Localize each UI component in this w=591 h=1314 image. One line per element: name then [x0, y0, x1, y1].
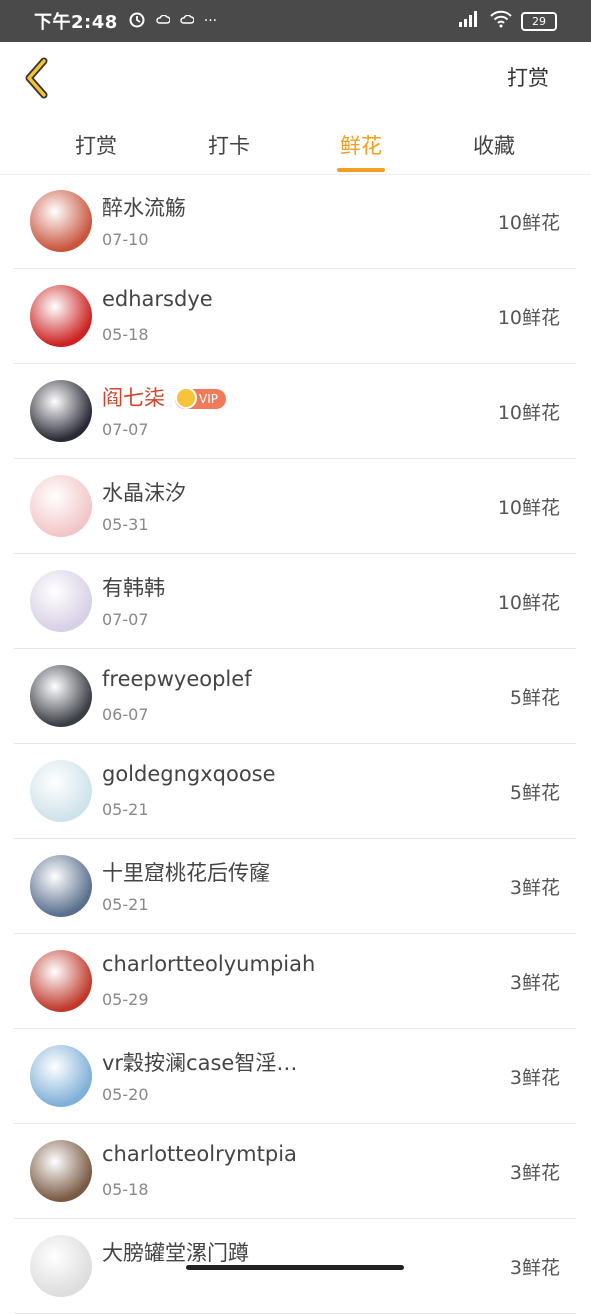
- tab-label: 打卡: [208, 134, 250, 158]
- item-date: 05-31: [102, 515, 149, 534]
- avatar[interactable]: [30, 285, 92, 347]
- user-name: 醉水流觞: [102, 192, 186, 222]
- status-time: 下午2:48: [34, 12, 118, 33]
- list-item[interactable]: charlotteolrymtpia 05-18 3鲜花: [14, 1124, 576, 1219]
- tab-checkin[interactable]: 打卡: [179, 130, 279, 160]
- list-item[interactable]: 醉水流觞 07-10 10鲜花: [14, 174, 576, 269]
- item-date: 05-20: [102, 1085, 149, 1104]
- list-item[interactable]: 水晶沫汐 05-31 10鲜花: [14, 459, 576, 554]
- user-name-text: 大膀罐堂漯门蹲: [102, 1241, 249, 1265]
- user-name-text: edharsdye: [102, 287, 213, 311]
- more-dots: ···: [203, 13, 218, 29]
- list-item[interactable]: charlortteolyumpiah 05-29 3鲜花: [14, 934, 576, 1029]
- user-name-text: 有韩韩: [102, 576, 165, 600]
- user-name-text: vr穀按澜case智淫…: [102, 1051, 298, 1075]
- user-name-text: 水晶沫汐: [102, 481, 186, 505]
- cloud-icon: [180, 13, 195, 29]
- item-date: 05-21: [102, 895, 149, 914]
- flower-amount: 10鲜花: [497, 497, 560, 519]
- avatar[interactable]: [30, 1235, 92, 1297]
- tab-favorites[interactable]: 收藏: [444, 130, 544, 160]
- flower-amount: 3鲜花: [509, 1067, 560, 1089]
- user-name: 有韩韩: [102, 572, 165, 602]
- user-name: goldegngxqoose: [102, 762, 276, 786]
- user-name-text: 醉水流觞: [102, 196, 186, 220]
- flower-amount: 10鲜花: [497, 212, 560, 234]
- flower-amount: 3鲜花: [509, 1257, 560, 1279]
- item-date: 05-21: [102, 800, 149, 819]
- flower-amount: 3鲜花: [509, 1162, 560, 1184]
- flower-amount: 5鲜花: [509, 782, 560, 804]
- item-date: 06-07: [102, 705, 149, 724]
- battery-icon: 29: [521, 11, 557, 31]
- user-name: 水晶沫汐: [102, 477, 186, 507]
- top-bar: 打赏: [0, 42, 591, 114]
- list-item[interactable]: 有韩韩 07-07 10鲜花: [14, 554, 576, 649]
- crown-icon: [175, 387, 197, 409]
- item-date: 07-07: [102, 610, 149, 629]
- flower-amount: 10鲜花: [497, 307, 560, 329]
- avatar[interactable]: [30, 380, 92, 442]
- flower-amount: 10鲜花: [497, 592, 560, 614]
- avatar[interactable]: [30, 475, 92, 537]
- avatar[interactable]: [30, 855, 92, 917]
- flower-amount: 5鲜花: [509, 687, 560, 709]
- avatar[interactable]: [30, 190, 92, 252]
- user-name: charlortteolyumpiah: [102, 952, 315, 976]
- vip-label: VIP: [199, 392, 218, 406]
- user-name-text: charlotteolrymtpia: [102, 1142, 297, 1166]
- vip-badge: VIP: [175, 387, 226, 409]
- user-name: 大膀罐堂漯门蹲: [102, 1237, 249, 1267]
- list-item[interactable]: vr穀按澜case智淫… 05-20 3鲜花: [14, 1029, 576, 1124]
- item-date: 05-18: [102, 325, 149, 344]
- user-name: vr穀按澜case智淫…: [102, 1047, 297, 1077]
- flower-amount: 3鲜花: [509, 972, 560, 994]
- list-item[interactable]: 阎七柒 VIP 07-07 10鲜花: [14, 364, 576, 459]
- user-name: 十里窟桃花后传窿: [102, 857, 270, 887]
- back-button[interactable]: [20, 56, 56, 100]
- avatar[interactable]: [30, 665, 92, 727]
- item-date: 05-29: [102, 990, 149, 1009]
- chevron-left-icon: [25, 57, 48, 99]
- item-date: 05-18: [102, 1180, 149, 1199]
- avatar[interactable]: [30, 1045, 92, 1107]
- user-name-text: 阎七柒: [102, 386, 165, 410]
- home-indicator[interactable]: [186, 1265, 404, 1270]
- tab-label: 打赏: [75, 134, 117, 158]
- signal-icon: [457, 10, 481, 32]
- alarm-icon: [128, 10, 146, 32]
- tab-reward[interactable]: 打赏: [46, 130, 146, 160]
- user-name: charlotteolrymtpia: [102, 1142, 297, 1166]
- user-name: edharsdye: [102, 287, 213, 311]
- flower-amount: 10鲜花: [497, 402, 560, 424]
- avatar[interactable]: [30, 1140, 92, 1202]
- wifi-icon: [489, 10, 513, 32]
- flower-amount: 3鲜花: [509, 877, 560, 899]
- tab-flowers[interactable]: 鲜花: [311, 130, 411, 172]
- active-tab-indicator: [337, 168, 385, 172]
- list-item[interactable]: freepwyeoplef 06-07 5鲜花: [14, 649, 576, 744]
- avatar[interactable]: [30, 950, 92, 1012]
- tab-label: 收藏: [473, 134, 515, 158]
- tab-label: 鲜花: [340, 134, 382, 158]
- tab-bar: 打赏 打卡 鲜花 收藏: [0, 114, 591, 175]
- item-date: 07-07: [102, 420, 149, 439]
- user-name-text: charlortteolyumpiah: [102, 952, 316, 976]
- user-name: 阎七柒 VIP: [102, 382, 226, 412]
- user-name-text: goldegngxqoose: [102, 762, 276, 786]
- avatar[interactable]: [30, 570, 92, 632]
- cloud-icon: [156, 13, 171, 29]
- user-name-text: 十里窟桃花后传窿: [102, 861, 270, 885]
- reward-action-button[interactable]: 打赏: [507, 62, 549, 92]
- status-bar: 下午2:48 ··· 29: [0, 0, 591, 42]
- item-date: 07-10: [102, 230, 149, 249]
- user-name: freepwyeoplef: [102, 667, 252, 691]
- avatar[interactable]: [30, 760, 92, 822]
- list-item[interactable]: 十里窟桃花后传窿 05-21 3鲜花: [14, 839, 576, 934]
- flower-list: 醉水流觞 07-10 10鲜花 edharsdye 05-18 10鲜花 阎七柒 VIP 07-…: [0, 174, 591, 1314]
- list-item[interactable]: goldegngxqoose 05-21 5鲜花: [14, 744, 576, 839]
- list-item[interactable]: edharsdye 05-18 10鲜花: [14, 269, 576, 364]
- user-name-text: freepwyeoplef: [102, 667, 252, 691]
